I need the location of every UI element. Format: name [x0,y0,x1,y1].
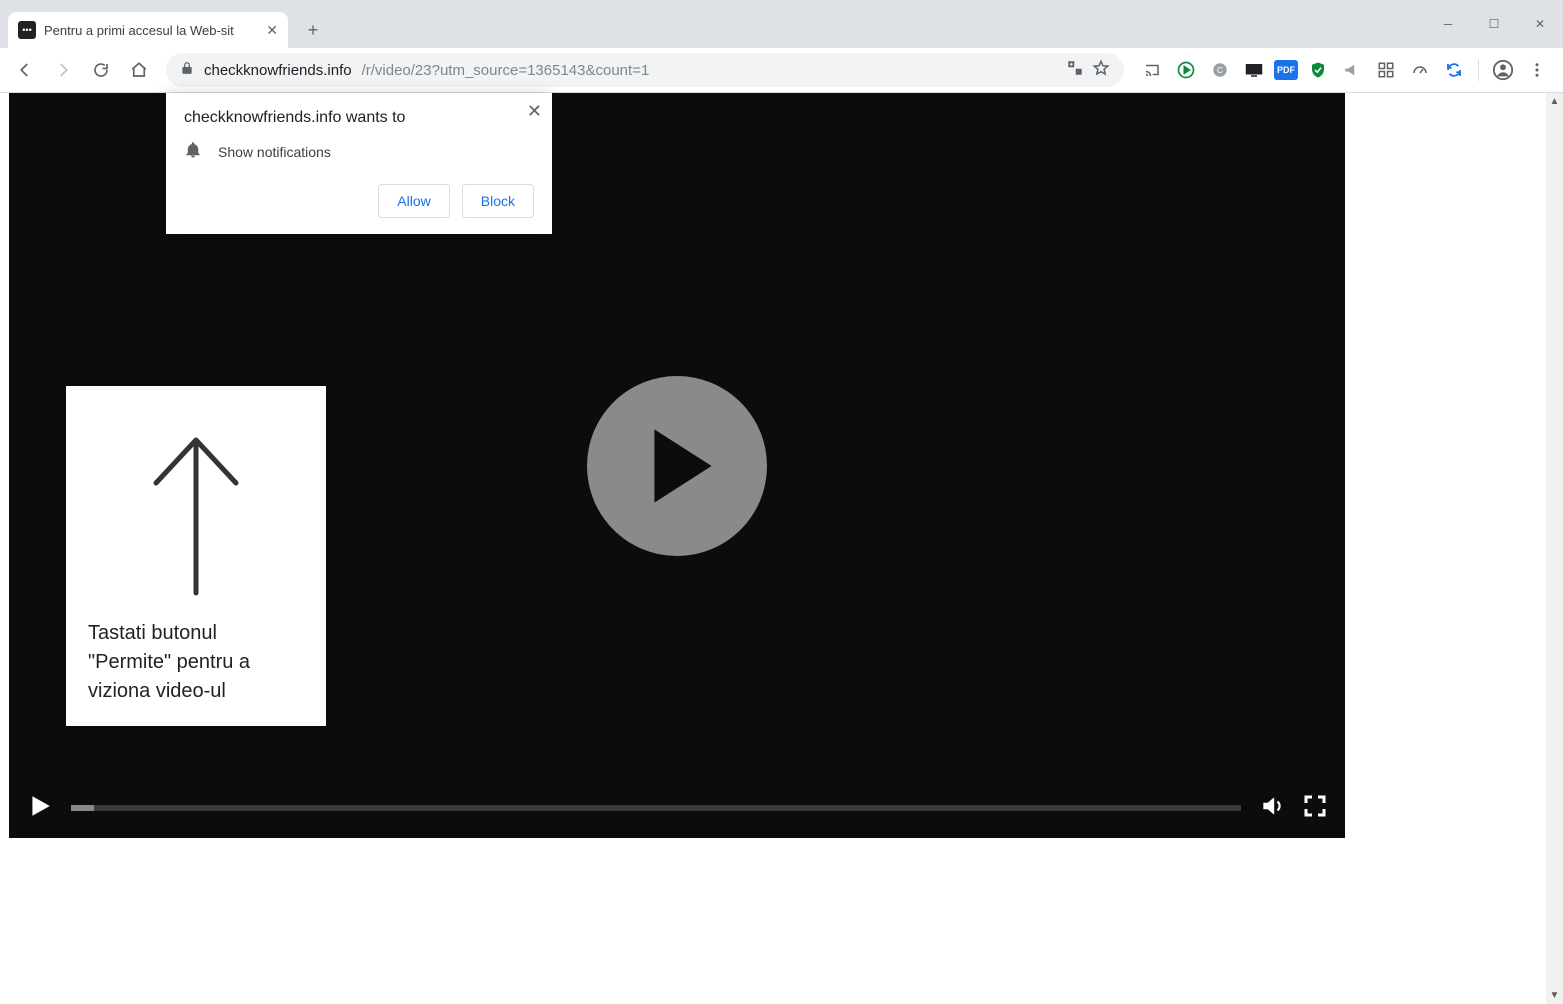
window-close-button[interactable]: ✕ [1517,0,1563,48]
page-scrollbar[interactable]: ▲ ▼ [1546,93,1563,1004]
extension-play-icon[interactable] [1172,56,1200,84]
lock-icon [180,61,194,79]
scroll-down-arrow-icon[interactable]: ▼ [1546,987,1563,1004]
notification-allow-button[interactable]: Allow [378,184,449,218]
tab-close-icon[interactable]: ✕ [266,22,278,39]
back-button[interactable] [8,53,42,87]
tab-favicon: ••• [18,21,36,39]
video-controls-bar [9,778,1345,838]
kebab-menu-icon[interactable] [1523,56,1551,84]
extension-c-icon[interactable]: C [1206,56,1234,84]
profile-avatar-icon[interactable] [1489,56,1517,84]
extension-grid-icon[interactable] [1372,56,1400,84]
window-minimize-button[interactable]: ─ [1425,0,1471,48]
window-maximize-button[interactable]: ☐ [1471,0,1517,48]
instruction-card: Tastati butonul "Permite" pentru a vizio… [66,386,326,726]
reload-button[interactable] [84,53,118,87]
notification-permission-label: Show notifications [218,144,331,160]
video-progress-fill [71,805,94,811]
notification-close-icon[interactable]: ✕ [527,101,542,122]
address-bar[interactable]: checkknowfriends.info/r/video/23?utm_sou… [166,53,1124,87]
notification-block-button[interactable]: Block [462,184,534,218]
tab-title: Pentru a primi accesul la Web-sit [44,23,258,38]
extension-gauge-icon[interactable] [1406,56,1434,84]
video-play-button[interactable] [27,792,53,825]
video-fullscreen-button[interactable] [1303,794,1327,823]
bell-icon [184,141,202,162]
new-tab-button[interactable]: + [298,15,328,45]
url-host: checkknowfriends.info [204,62,352,79]
scroll-up-arrow-icon[interactable]: ▲ [1546,93,1563,110]
svg-text:C: C [1217,66,1223,75]
browser-toolbar: checkknowfriends.info/r/video/23?utm_sou… [0,48,1563,93]
forward-button[interactable] [46,53,80,87]
url-path: /r/video/23?utm_source=1365143&count=1 [362,62,650,79]
extension-pdf-icon[interactable]: PDF [1274,60,1298,80]
extension-monitor-icon[interactable] [1240,56,1268,84]
window-controls: ─ ☐ ✕ [1425,0,1563,48]
translate-icon[interactable] [1066,59,1084,81]
video-volume-button[interactable] [1259,793,1285,824]
instruction-text: Tastati butonul "Permite" pentru a vizio… [88,619,304,706]
notification-origin-text: checkknowfriends.info wants to [184,109,534,127]
video-progress-bar[interactable] [71,805,1241,811]
home-button[interactable] [122,53,156,87]
extensions-row: C PDF [1134,56,1555,84]
extension-cast-icon[interactable] [1138,56,1166,84]
arrow-up-icon [88,406,304,619]
video-center-play-button[interactable] [587,376,767,556]
extension-shield-icon[interactable] [1304,56,1332,84]
extension-sync-icon[interactable] [1440,56,1468,84]
bookmark-star-icon[interactable] [1092,59,1110,81]
notification-permission-popup: ✕ checkknowfriends.info wants to Show no… [166,93,552,234]
toolbar-separator [1478,59,1479,81]
browser-tab[interactable]: ••• Pentru a primi accesul la Web-sit ✕ [8,12,288,48]
extension-megaphone-icon[interactable] [1338,56,1366,84]
omnibox-actions [1066,59,1110,81]
tab-bar: ••• Pentru a primi accesul la Web-sit ✕ … [0,0,1563,48]
